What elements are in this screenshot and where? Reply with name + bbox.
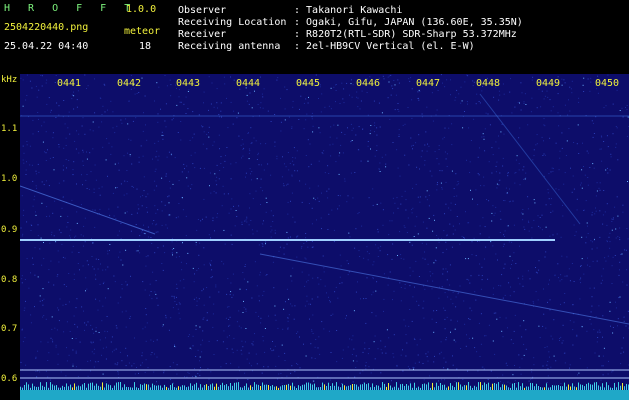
filename: 2504220440.png [4,22,89,33]
meta-value-antenna: : 2el-HB9CV Vertical (el. E-W) [294,41,475,52]
meta-label-observer: Observer [178,5,227,16]
y-tick-label: 0.8 [1,275,18,285]
spectrum-band [20,390,629,400]
spectrum-peaks [20,382,629,390]
y-tick-label: 1.0 [1,174,18,184]
y-tick-label: 1.1 [1,124,18,134]
meteor-count: 18 [139,41,152,52]
app-version: 1.0.0 [126,4,157,15]
meteor-label: meteor [124,26,161,37]
y-tick-label: 0.9 [1,225,18,235]
x-tick-label: 0445 [296,78,321,89]
x-tick-label: 0449 [536,78,561,89]
x-tick-label: 0450 [595,78,620,89]
meteor-trace [20,185,156,235]
app-name: H R O F F T [4,3,137,14]
meta-value-location: : Ogaki, Gifu, JAPAN (136.60E, 35.35N) [294,17,523,28]
x-tick-label: 0444 [236,78,261,89]
x-tick-label: 0446 [356,78,381,89]
spectrogram [20,74,629,400]
meta-value-observer: : Takanori Kawachi [294,5,403,16]
meta-label-location: Receiving Location [178,17,287,28]
meta-value-receiver: : R820T2(RTL-SDR) SDR-Sharp 53.372MHz [294,29,517,40]
drift-trace [259,253,629,325]
x-tick-label: 0442 [117,78,142,89]
x-tick-label: 0448 [476,78,501,89]
y-axis: kHz [0,72,20,400]
meta-label-antenna: Receiving antenna [178,41,281,52]
y-axis-unit: kHz [1,75,18,85]
meta-label-receiver: Receiver [178,29,227,40]
drift-trace-right [479,93,581,225]
x-tick-label: 0443 [176,78,201,89]
x-tick-label: 0441 [57,78,82,89]
y-tick-label: 0.6 [1,374,18,384]
noise-layer [20,74,629,385]
header-bar: H R O F F T 1.0.0 2504220440.png meteor … [0,0,629,72]
spectrogram-canvas [20,74,629,400]
datetime: 25.04.22 04:40 [4,41,89,52]
x-tick-label: 0447 [416,78,441,89]
y-tick-label: 0.7 [1,324,18,334]
